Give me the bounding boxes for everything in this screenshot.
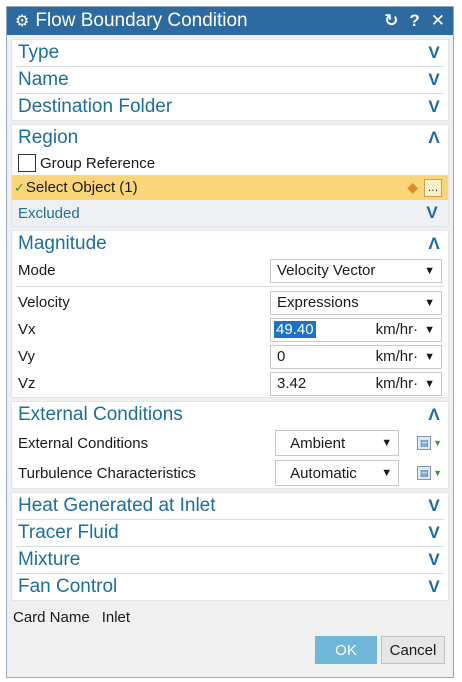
section-external-conditions[interactable]: External Conditions Λ	[12, 402, 448, 428]
vz-field[interactable]: 3.42 km/hr· ▼	[270, 371, 442, 396]
options-arrow-icon[interactable]: ▼	[433, 438, 442, 448]
chevron-down-icon: V	[428, 550, 440, 569]
checkmark-icon: ✓	[14, 179, 25, 195]
dropdown-arrow-icon: ▼	[424, 377, 435, 390]
section-heat-generated[interactable]: Heat Generated at Inlet V	[12, 493, 448, 519]
external-conditions-row: External Conditions Ambient ▼ ▤ ▼	[12, 428, 448, 458]
top-sections: Type V Name V Destination Folder V	[11, 39, 449, 121]
title-bar: ⚙ Flow Boundary Condition ↻ ? ✕	[7, 7, 453, 35]
velocity-label: Velocity	[18, 294, 70, 311]
vz-label: Vz	[18, 375, 36, 392]
vx-row: Vx 49.40 km/hr· ▼	[12, 316, 448, 343]
turbulence-select[interactable]: Automatic ▼	[275, 460, 400, 486]
vx-field[interactable]: 49.40 km/hr· ▼	[270, 317, 442, 342]
excluded-row[interactable]: Excluded V	[12, 200, 448, 226]
velocity-select[interactable]: Expressions ▼	[270, 290, 442, 315]
vz-value[interactable]: 3.42	[277, 375, 376, 392]
vy-field[interactable]: 0 km/hr· ▼	[270, 344, 442, 369]
chevron-down-icon: V	[426, 203, 438, 222]
chevron-down-icon: V	[428, 43, 440, 62]
vy-value[interactable]: 0	[277, 348, 376, 365]
mode-select[interactable]: Velocity Vector ▼	[270, 258, 442, 283]
chevron-up-icon: Λ	[428, 128, 440, 147]
card-name-row: Card Name Inlet	[7, 604, 453, 630]
chevron-down-icon: V	[428, 70, 440, 89]
excluded-label: Excluded	[18, 204, 80, 222]
dialog-title: Flow Boundary Condition	[35, 10, 248, 31]
turbulence-row: Turbulence Characteristics Automatic ▼ ▤…	[12, 458, 448, 488]
select-object-label: Select Object (1)	[25, 179, 138, 196]
group-reference-row: Group Reference	[12, 151, 448, 175]
close-icon[interactable]: ✕	[431, 11, 445, 31]
ok-button[interactable]: OK	[315, 636, 377, 664]
vy-row: Vy 0 km/hr· ▼	[12, 343, 448, 370]
section-tracer-fluid[interactable]: Tracer Fluid V	[12, 520, 448, 546]
group-reference-label: Group Reference	[40, 154, 156, 172]
external-conditions-section: External Conditions Λ External Condition…	[11, 401, 449, 489]
group-reference-checkbox[interactable]	[18, 154, 36, 172]
external-conditions-select[interactable]: Ambient ▼	[275, 430, 400, 456]
help-icon[interactable]: ?	[409, 11, 419, 31]
section-region[interactable]: Region Λ	[12, 125, 448, 151]
vz-unit[interactable]: km/hr·	[376, 375, 419, 392]
dropdown-arrow-icon: ▼	[424, 323, 435, 336]
select-object-row[interactable]: ✓ Select Object (1) ◆ …	[12, 175, 448, 200]
magnitude-section: Magnitude Λ Mode Velocity Vector ▼ Veloc…	[11, 230, 449, 398]
section-destination-folder[interactable]: Destination Folder V	[12, 94, 448, 120]
chevron-up-icon: Λ	[428, 405, 440, 424]
card-name-label: Card Name	[13, 608, 90, 626]
section-type[interactable]: Type V	[12, 40, 448, 66]
options-arrow-icon[interactable]: ▼	[433, 468, 442, 478]
mode-row: Mode Velocity Vector ▼	[12, 257, 448, 284]
flow-boundary-condition-dialog: ⚙ Flow Boundary Condition ↻ ? ✕ Type V N…	[6, 6, 454, 678]
dropdown-arrow-icon: ▼	[424, 264, 435, 277]
cancel-button[interactable]: Cancel	[381, 636, 445, 664]
vx-unit[interactable]: km/hr·	[376, 321, 419, 338]
dropdown-arrow-icon: ▼	[381, 437, 393, 449]
reset-icon[interactable]: ↻	[384, 11, 398, 31]
vx-label: Vx	[18, 321, 36, 338]
velocity-row: Velocity Expressions ▼	[12, 289, 448, 316]
dropdown-arrow-icon: ▼	[424, 296, 435, 309]
section-name[interactable]: Name V	[12, 67, 448, 93]
cube-icon[interactable]: ◆	[407, 179, 418, 196]
vx-value[interactable]: 49.40	[274, 321, 316, 338]
bottom-sections: Heat Generated at Inlet V Tracer Fluid V…	[11, 492, 449, 601]
turbulence-label: Turbulence Characteristics	[18, 464, 196, 482]
gear-icon: ⚙	[15, 13, 30, 30]
chevron-down-icon: V	[428, 97, 440, 116]
chevron-down-icon: V	[428, 577, 440, 596]
button-bar: OK Cancel	[7, 630, 453, 664]
chevron-up-icon: Λ	[428, 234, 440, 253]
vz-row: Vz 3.42 km/hr· ▼	[12, 370, 448, 397]
dropdown-arrow-icon: ▼	[424, 350, 435, 363]
turbulence-list-icon[interactable]: ▤	[417, 466, 432, 480]
external-conditions-label: External Conditions	[18, 434, 149, 452]
section-mixture[interactable]: Mixture V	[12, 547, 448, 573]
card-name-value[interactable]: Inlet	[102, 609, 130, 626]
more-options-icon[interactable]: …	[424, 178, 442, 197]
section-magnitude[interactable]: Magnitude Λ	[12, 231, 448, 257]
section-fan-control[interactable]: Fan Control V	[12, 574, 448, 600]
conditions-list-icon[interactable]: ▤	[417, 436, 432, 450]
vy-unit[interactable]: km/hr·	[376, 348, 419, 365]
vy-label: Vy	[18, 348, 35, 365]
mode-label: Mode	[18, 262, 56, 279]
dropdown-arrow-icon: ▼	[381, 467, 393, 479]
chevron-down-icon: V	[428, 523, 440, 542]
chevron-down-icon: V	[428, 496, 440, 515]
region-section: Region Λ Group Reference ✓ Select Object…	[11, 124, 449, 227]
